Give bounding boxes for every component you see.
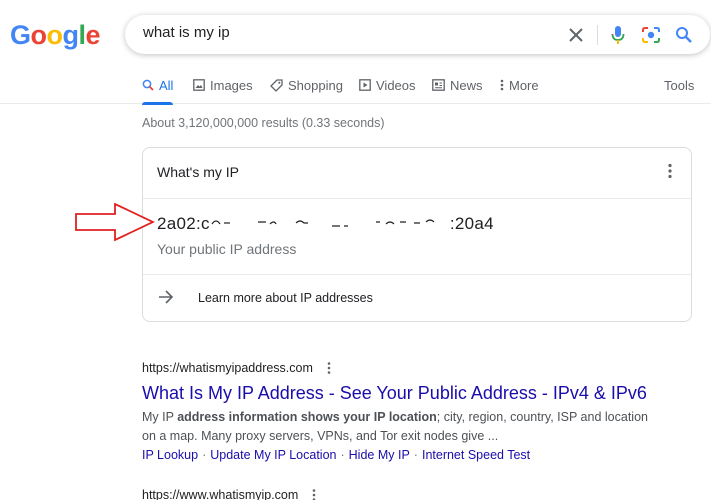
sitelink[interactable]: Internet Speed Test: [422, 448, 530, 462]
play-icon: [359, 79, 371, 91]
result-snippet: My IP address information shows your IP …: [142, 408, 662, 446]
tools-button[interactable]: Tools: [664, 78, 694, 104]
tab-videos[interactable]: Videos: [359, 78, 416, 104]
news-icon: [432, 79, 445, 91]
tab-images[interactable]: Images: [193, 78, 253, 104]
logo-letter: g: [62, 20, 80, 50]
camera-icon[interactable]: [640, 24, 662, 46]
result-stats: About 3,120,000,000 results (0.33 second…: [142, 116, 385, 130]
logo-letter: l: [78, 20, 87, 50]
logo-letter: e: [85, 20, 101, 50]
more-options-icon[interactable]: [327, 362, 331, 374]
more-options-icon[interactable]: [312, 489, 316, 500]
ip-visible-start: 2a02:c: [157, 214, 210, 233]
ip-address-value: 2a02:c :20a4: [157, 214, 494, 234]
mic-icon[interactable]: [607, 24, 629, 46]
sitelink[interactable]: IP Lookup: [142, 448, 198, 462]
tab-more[interactable]: More: [500, 78, 539, 104]
sitelinks: IP Lookup · Update My IP Location · Hide My …: [142, 448, 531, 462]
tab-label: More: [509, 78, 539, 93]
annotation-arrow-icon: [75, 203, 155, 241]
divider: [143, 198, 691, 199]
more-options-icon[interactable]: [667, 163, 673, 179]
sitelink[interactable]: Hide My IP: [349, 448, 410, 462]
close-icon[interactable]: [565, 24, 587, 46]
logo-letter: o: [46, 20, 64, 50]
ip-description: Your public IP address: [157, 241, 297, 257]
tools-label: Tools: [664, 78, 695, 93]
ip-visible-end: :20a4: [449, 214, 494, 233]
image-icon: [193, 79, 205, 91]
search-result: https://www.whatismyip.com: [142, 488, 316, 500]
tab-label: All: [159, 78, 174, 93]
search-divider: [597, 25, 598, 45]
search-icon: [142, 79, 154, 91]
result-url[interactable]: https://www.whatismyip.com: [142, 488, 298, 500]
arrow-right-icon[interactable]: [157, 288, 175, 306]
tag-icon: [270, 79, 283, 92]
search-result: https://whatismyipaddress.com What Is My…: [142, 361, 662, 462]
dots-vertical-icon: [500, 79, 504, 91]
logo-letter: G: [10, 20, 31, 50]
tab-shopping[interactable]: Shopping: [270, 78, 343, 104]
tab-all[interactable]: All: [142, 78, 174, 105]
snippet-text: My IP: [142, 410, 178, 424]
result-url-row: https://whatismyipaddress.com: [142, 361, 662, 375]
tab-news[interactable]: News: [432, 78, 483, 104]
learn-more-link[interactable]: Learn more about IP addresses: [198, 291, 373, 305]
redacted-ip-segment: [211, 218, 435, 227]
search-box: [125, 15, 710, 54]
search-icon[interactable]: [673, 24, 695, 46]
logo-letter: o: [30, 20, 48, 50]
result-url[interactable]: https://whatismyipaddress.com: [142, 361, 313, 375]
tab-label: News: [450, 78, 483, 93]
result-title-link[interactable]: What Is My IP Address - See Your Public …: [142, 383, 662, 404]
search-tabs: All Images Shopping Videos News More Too…: [0, 78, 711, 105]
card-title: What's my IP: [157, 164, 240, 180]
search-input[interactable]: [143, 24, 543, 41]
divider: [143, 274, 691, 275]
snippet-highlight: address information shows your IP locati…: [177, 410, 437, 424]
tab-label: Videos: [376, 78, 416, 93]
sitelink[interactable]: Update My IP Location: [210, 448, 336, 462]
tab-label: Images: [210, 78, 253, 93]
google-logo[interactable]: Google: [10, 20, 101, 51]
ip-answer-card: What's my IP 2a02:c :20a4 Your public IP…: [142, 147, 692, 322]
tab-label: Shopping: [288, 78, 343, 93]
result-url-row: https://www.whatismyip.com: [142, 488, 316, 500]
